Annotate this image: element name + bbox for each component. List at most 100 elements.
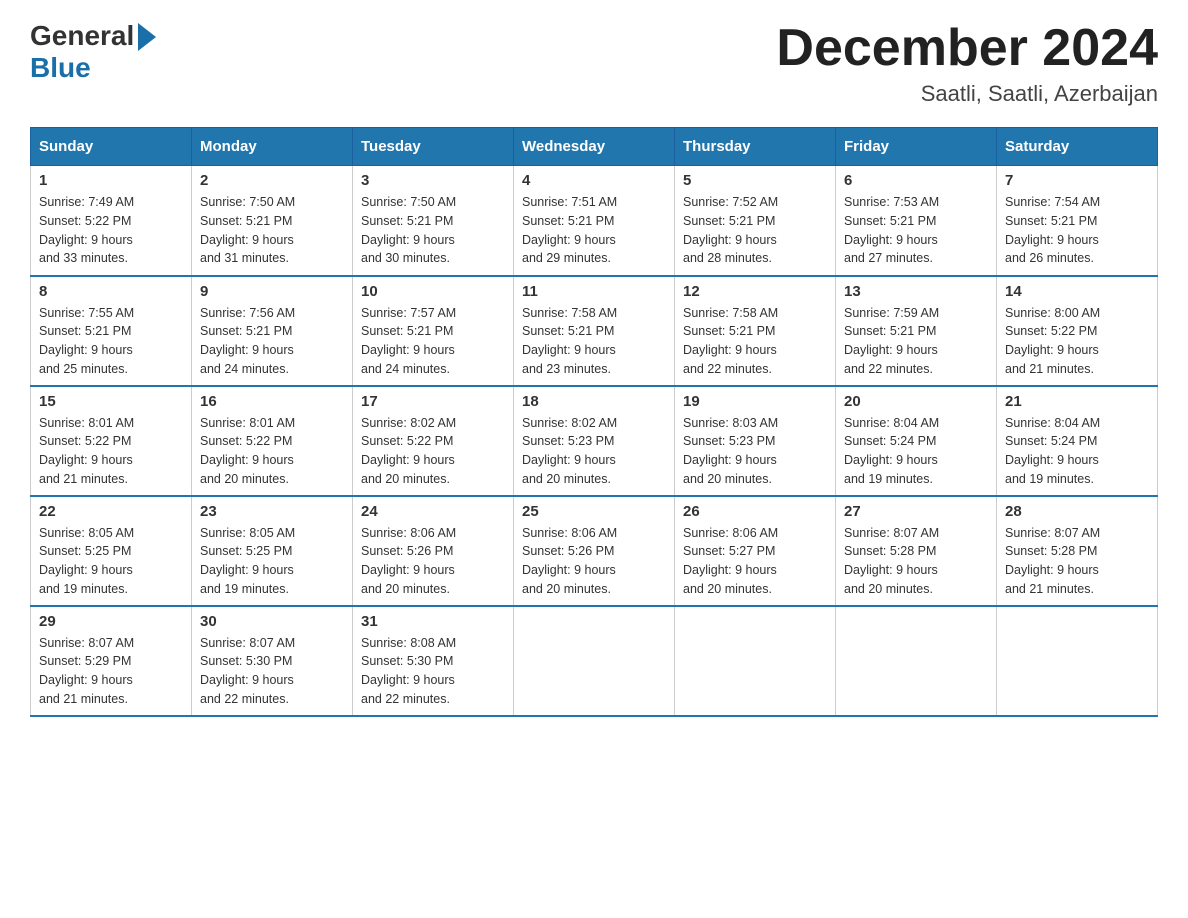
logo-blue-text: Blue [30, 52, 91, 84]
day-info: Sunrise: 8:02 AM Sunset: 5:22 PM Dayligh… [361, 414, 505, 489]
header-cell-thursday: Thursday [675, 128, 836, 166]
empty-cell [675, 606, 836, 716]
day-info: Sunrise: 8:06 AM Sunset: 5:27 PM Dayligh… [683, 524, 827, 599]
day-number: 3 [361, 172, 505, 189]
day-info: Sunrise: 7:57 AM Sunset: 5:21 PM Dayligh… [361, 304, 505, 379]
day-number: 6 [844, 172, 988, 189]
day-cell-16: 16Sunrise: 8:01 AM Sunset: 5:22 PM Dayli… [192, 386, 353, 496]
day-cell-15: 15Sunrise: 8:01 AM Sunset: 5:22 PM Dayli… [31, 386, 192, 496]
day-info: Sunrise: 8:03 AM Sunset: 5:23 PM Dayligh… [683, 414, 827, 489]
empty-cell [836, 606, 997, 716]
day-cell-18: 18 Sunrise: 8:02 AM Sunset: 5:23 PM Dayli… [514, 386, 675, 496]
day-info: Sunrise: 7:55 AM Sunset: 5:21 PM Dayligh… [39, 304, 183, 379]
day-number: 8 [39, 283, 183, 300]
day-cell-19: 19 Sunrise: 8:03 AM Sunset: 5:23 PM Dayli… [675, 386, 836, 496]
day-cell-1: 1Sunrise: 7:49 AM Sunset: 5:22 PM Daylig… [31, 166, 192, 276]
week-row-1: 1Sunrise: 7:49 AM Sunset: 5:22 PM Daylig… [31, 166, 1158, 276]
day-number: 22 [39, 503, 183, 520]
day-cell-5: 5Sunrise: 7:52 AM Sunset: 5:21 PM Daylig… [675, 166, 836, 276]
day-cell-17: 17 Sunrise: 8:02 AM Sunset: 5:22 PM Dayli… [353, 386, 514, 496]
day-info: Sunrise: 7:58 AM Sunset: 5:21 PM Dayligh… [522, 304, 666, 379]
day-number: 10 [361, 283, 505, 300]
day-info: Sunrise: 8:05 AM Sunset: 5:25 PM Dayligh… [200, 524, 344, 599]
day-info: Sunrise: 8:04 AM Sunset: 5:24 PM Dayligh… [1005, 414, 1149, 489]
week-row-4: 22 Sunrise: 8:05 AM Sunset: 5:25 PM Dayli… [31, 496, 1158, 606]
header-cell-friday: Friday [836, 128, 997, 166]
day-info: Sunrise: 8:06 AM Sunset: 5:26 PM Dayligh… [361, 524, 505, 599]
day-cell-24: 24 Sunrise: 8:06 AM Sunset: 5:26 PM Dayli… [353, 496, 514, 606]
day-info: Sunrise: 7:51 AM Sunset: 5:21 PM Dayligh… [522, 193, 666, 268]
day-cell-12: 12Sunrise: 7:58 AM Sunset: 5:21 PM Dayli… [675, 276, 836, 386]
day-cell-31: 31Sunrise: 8:08 AM Sunset: 5:30 PM Dayli… [353, 606, 514, 716]
day-cell-14: 14 Sunrise: 8:00 AM Sunset: 5:22 PM Dayli… [997, 276, 1158, 386]
day-info: Sunrise: 8:06 AM Sunset: 5:26 PM Dayligh… [522, 524, 666, 599]
day-info: Sunrise: 8:08 AM Sunset: 5:30 PM Dayligh… [361, 634, 505, 709]
header-cell-saturday: Saturday [997, 128, 1158, 166]
day-info: Sunrise: 7:50 AM Sunset: 5:21 PM Dayligh… [200, 193, 344, 268]
day-number: 4 [522, 172, 666, 189]
day-cell-25: 25Sunrise: 8:06 AM Sunset: 5:26 PM Dayli… [514, 496, 675, 606]
calendar-body: 1Sunrise: 7:49 AM Sunset: 5:22 PM Daylig… [31, 166, 1158, 716]
day-number: 26 [683, 503, 827, 520]
logo-arrow-icon [138, 23, 156, 51]
empty-cell [514, 606, 675, 716]
day-cell-3: 3 Sunrise: 7:50 AM Sunset: 5:21 PM Daylig… [353, 166, 514, 276]
day-number: 29 [39, 613, 183, 630]
day-cell-22: 22 Sunrise: 8:05 AM Sunset: 5:25 PM Dayli… [31, 496, 192, 606]
day-cell-8: 8 Sunrise: 7:55 AM Sunset: 5:21 PM Daylig… [31, 276, 192, 386]
day-cell-20: 20Sunrise: 8:04 AM Sunset: 5:24 PM Dayli… [836, 386, 997, 496]
day-info: Sunrise: 7:59 AM Sunset: 5:21 PM Dayligh… [844, 304, 988, 379]
day-info: Sunrise: 7:54 AM Sunset: 5:21 PM Dayligh… [1005, 193, 1149, 268]
calendar-title: December 2024 [776, 20, 1158, 77]
day-number: 14 [1005, 283, 1149, 300]
header-cell-monday: Monday [192, 128, 353, 166]
day-info: Sunrise: 8:00 AM Sunset: 5:22 PM Dayligh… [1005, 304, 1149, 379]
day-number: 7 [1005, 172, 1149, 189]
day-info: Sunrise: 8:02 AM Sunset: 5:23 PM Dayligh… [522, 414, 666, 489]
week-row-3: 15 Sunrise: 8:01 AM Sunset: 5:22 PM Dayli… [31, 386, 1158, 496]
day-cell-10: 10 Sunrise: 7:57 AM Sunset: 5:21 PM Dayli… [353, 276, 514, 386]
day-info: Sunrise: 8:07 AM Sunset: 5:30 PM Dayligh… [200, 634, 344, 709]
day-number: 13 [844, 283, 988, 300]
day-number: 28 [1005, 503, 1149, 520]
day-number: 19 [683, 393, 827, 410]
day-number: 20 [844, 393, 988, 410]
day-number: 17 [361, 393, 505, 410]
week-row-2: 8 Sunrise: 7:55 AM Sunset: 5:21 PM Daylig… [31, 276, 1158, 386]
header-cell-wednesday: Wednesday [514, 128, 675, 166]
day-cell-28: 28Sunrise: 8:07 AM Sunset: 5:28 PM Dayli… [997, 496, 1158, 606]
day-cell-23: 23 Sunrise: 8:05 AM Sunset: 5:25 PM Dayli… [192, 496, 353, 606]
day-number: 24 [361, 503, 505, 520]
day-cell-9: 9Sunrise: 7:56 AM Sunset: 5:21 PM Daylig… [192, 276, 353, 386]
logo-general-text: General [30, 20, 134, 52]
day-cell-26: 26 Sunrise: 8:06 AM Sunset: 5:27 PM Dayli… [675, 496, 836, 606]
day-cell-29: 29 Sunrise: 8:07 AM Sunset: 5:29 PM Dayli… [31, 606, 192, 716]
day-cell-11: 11Sunrise: 7:58 AM Sunset: 5:21 PM Dayli… [514, 276, 675, 386]
header-row: SundayMondayTuesdayWednesdayThursdayFrid… [31, 128, 1158, 166]
day-info: Sunrise: 7:49 AM Sunset: 5:22 PM Dayligh… [39, 193, 183, 268]
day-cell-30: 30Sunrise: 8:07 AM Sunset: 5:30 PM Dayli… [192, 606, 353, 716]
week-row-5: 29 Sunrise: 8:07 AM Sunset: 5:29 PM Dayli… [31, 606, 1158, 716]
day-number: 2 [200, 172, 344, 189]
day-cell-7: 7 Sunrise: 7:54 AM Sunset: 5:21 PM Daylig… [997, 166, 1158, 276]
day-cell-4: 4 Sunrise: 7:51 AM Sunset: 5:21 PM Daylig… [514, 166, 675, 276]
day-info: Sunrise: 8:07 AM Sunset: 5:29 PM Dayligh… [39, 634, 183, 709]
title-section: December 2024 Saatli, Saatli, Azerbaijan [776, 20, 1158, 107]
calendar-table: SundayMondayTuesdayWednesdayThursdayFrid… [30, 127, 1158, 717]
day-info: Sunrise: 7:53 AM Sunset: 5:21 PM Dayligh… [844, 193, 988, 268]
day-info: Sunrise: 8:01 AM Sunset: 5:22 PM Dayligh… [200, 414, 344, 489]
calendar-subtitle: Saatli, Saatli, Azerbaijan [776, 81, 1158, 107]
day-info: Sunrise: 7:58 AM Sunset: 5:21 PM Dayligh… [683, 304, 827, 379]
day-info: Sunrise: 7:50 AM Sunset: 5:21 PM Dayligh… [361, 193, 505, 268]
day-number: 23 [200, 503, 344, 520]
day-cell-13: 13 Sunrise: 7:59 AM Sunset: 5:21 PM Dayli… [836, 276, 997, 386]
day-cell-27: 27Sunrise: 8:07 AM Sunset: 5:28 PM Dayli… [836, 496, 997, 606]
day-cell-6: 6 Sunrise: 7:53 AM Sunset: 5:21 PM Daylig… [836, 166, 997, 276]
day-number: 15 [39, 393, 183, 410]
day-info: Sunrise: 8:05 AM Sunset: 5:25 PM Dayligh… [39, 524, 183, 599]
day-info: Sunrise: 7:56 AM Sunset: 5:21 PM Dayligh… [200, 304, 344, 379]
day-cell-2: 2 Sunrise: 7:50 AM Sunset: 5:21 PM Daylig… [192, 166, 353, 276]
calendar-header: SundayMondayTuesdayWednesdayThursdayFrid… [31, 128, 1158, 166]
day-number: 18 [522, 393, 666, 410]
header-cell-sunday: Sunday [31, 128, 192, 166]
